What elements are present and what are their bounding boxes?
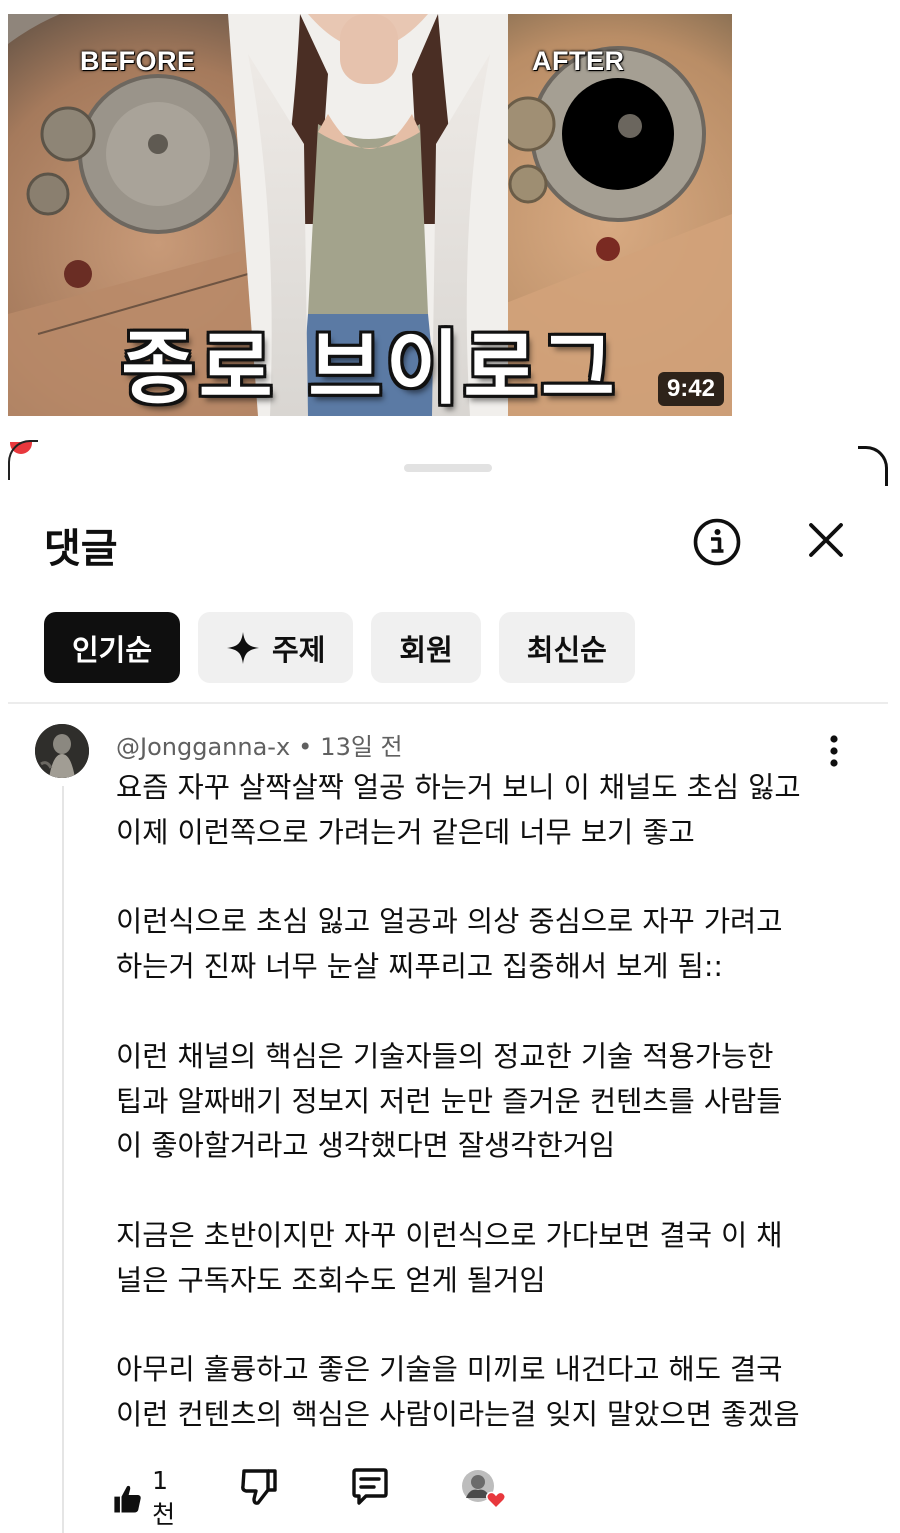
comment-line: 이제 이런쪽으로 가려는거 같은데 너무 보기 좋고 bbox=[116, 815, 695, 849]
filter-chip-topics[interactable]: 주제 bbox=[198, 612, 354, 683]
sparkle-icon bbox=[226, 631, 260, 665]
comment-filter-chips: 인기순 주제 회원 최신순 bbox=[44, 612, 635, 683]
reply-icon bbox=[352, 1468, 388, 1505]
creator-heart-badge bbox=[460, 1468, 508, 1510]
chip-label: 회원 bbox=[399, 632, 453, 667]
thread-line bbox=[62, 786, 64, 1533]
divider bbox=[8, 702, 888, 704]
comment-line: 이런 채널의 핵심은 기술자들의 정교한 기술 적용가능한 bbox=[116, 1039, 774, 1073]
video-thumbnail[interactable]: BEFORE AFTER 종로 브이로그 9:42 bbox=[8, 14, 732, 416]
panel-corner-right bbox=[858, 446, 888, 486]
thumbs-up-icon bbox=[114, 1485, 141, 1512]
comment-line: 하는거 진짜 너무 눈살 찌푸리고 집중해서 보게 됨:: bbox=[116, 950, 724, 984]
info-circle-icon[interactable] bbox=[692, 517, 742, 567]
after-label: AFTER bbox=[532, 46, 625, 76]
comment-author[interactable]: @Jongganna-x bbox=[116, 733, 290, 761]
reply-button[interactable] bbox=[350, 1466, 390, 1506]
dislike-button[interactable] bbox=[240, 1466, 278, 1506]
thumbnail-title: 종로 브이로그 bbox=[121, 322, 619, 415]
comment-line: 아무리 훌륭하고 좋은 기술을 미끼로 내건다고 해도 결국 bbox=[116, 1353, 783, 1387]
chip-label: 인기순 bbox=[72, 632, 153, 667]
filter-chip-newest[interactable]: 최신순 bbox=[498, 612, 635, 683]
comment-paragraph: 이런식으로 초심 잃고 얼공과 의상 중심으로 자꾸 가려고 하는거 진짜 너무… bbox=[116, 900, 836, 990]
drag-handle[interactable] bbox=[404, 464, 492, 472]
chip-label: 주제 bbox=[272, 632, 326, 667]
close-icon[interactable] bbox=[803, 517, 849, 563]
comment-line: 지금은 초반이지만 자꾸 이런식으로 가다보면 결국 이 채 bbox=[116, 1218, 783, 1252]
filter-chip-members[interactable]: 회원 bbox=[371, 612, 481, 683]
more-options-icon[interactable] bbox=[822, 732, 846, 770]
comment-meta: @Jongganna-x • 13일 전 bbox=[116, 727, 403, 762]
meta-separator: • bbox=[298, 733, 313, 761]
comment-line: 이 좋아할거라고 생각했다면 잘생각한거임 bbox=[116, 1129, 616, 1163]
panel-title: 댓글 bbox=[44, 526, 118, 572]
comment-line: 널은 구독자도 조회수도 얻게 될거임 bbox=[116, 1263, 546, 1297]
chip-label: 최신순 bbox=[526, 632, 607, 667]
comment-line: 이런식으로 초심 잃고 얼공과 의상 중심으로 자꾸 가려고 bbox=[116, 905, 783, 939]
thumbs-down-icon bbox=[241, 1469, 277, 1505]
comment-line: 요즘 자꾸 살짝살짝 얼공 하는거 보니 이 채널도 초심 잃고 bbox=[116, 771, 801, 804]
video-duration: 9:42 bbox=[657, 372, 724, 406]
comment-paragraph: 아무리 훌륭하고 좋은 기술을 미끼로 내건다고 해도 결국 이런 컨텐츠의 핵… bbox=[116, 1348, 836, 1438]
avatar[interactable] bbox=[35, 724, 89, 778]
comment-body: 요즘 자꾸 살짝살짝 얼공 하는거 보니 이 채널도 초심 잃고 이제 이런쪽으… bbox=[116, 766, 836, 1438]
before-label: BEFORE bbox=[80, 46, 196, 76]
like-count: 1천 bbox=[152, 1466, 176, 1529]
comment-line: 이런 컨텐츠의 핵심은 사람이라는걸 잊지 말았으면 좋겠음 bbox=[116, 1398, 800, 1432]
like-button[interactable]: 1천 bbox=[112, 1466, 183, 1531]
filter-chip-top[interactable]: 인기순 bbox=[44, 612, 181, 683]
comment-time: 13일 전 bbox=[320, 733, 403, 761]
comment-paragraph: 지금은 초반이지만 자꾸 이런식으로 가다보면 결국 이 채 널은 구독자도 조… bbox=[116, 1214, 836, 1304]
comment-paragraph: 요즘 자꾸 살짝살짝 얼공 하는거 보니 이 채널도 초심 잃고 이제 이런쪽으… bbox=[116, 766, 836, 856]
comment-paragraph: 이런 채널의 핵심은 기술자들의 정교한 기술 적용가능한 팁과 알짜배기 정보… bbox=[116, 1035, 836, 1169]
comment-line: 팁과 알짜배기 정보지 저런 눈만 즐거운 컨텐츠를 사람들 bbox=[116, 1084, 783, 1118]
